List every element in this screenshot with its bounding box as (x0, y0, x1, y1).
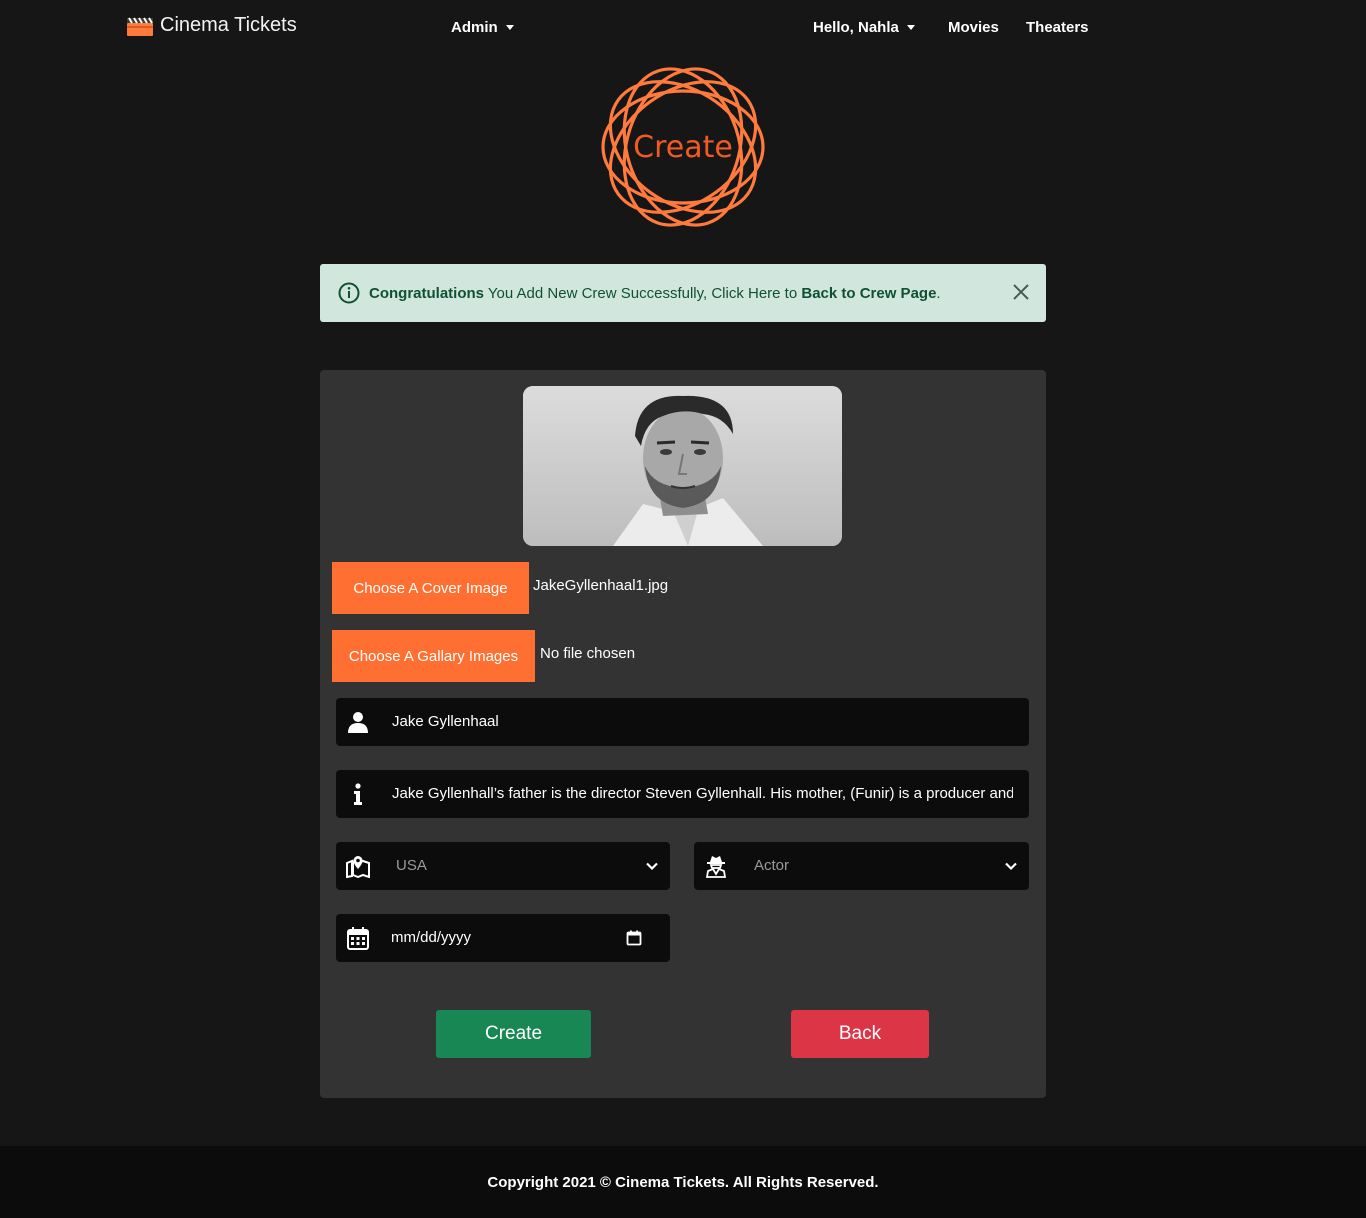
close-icon[interactable] (1011, 282, 1031, 302)
logo-text: Create (633, 129, 733, 165)
info-icon (338, 282, 360, 304)
birthdate-field[interactable]: mm/dd/yyyy (336, 914, 670, 962)
nav-theaters[interactable]: Theaters (1026, 19, 1089, 36)
choose-cover-image-button[interactable]: Choose A Cover Image (332, 562, 529, 614)
portrait-image (523, 386, 842, 546)
chevron-down-icon (1005, 862, 1017, 871)
calendar-icon (347, 927, 369, 950)
clapperboard-icon (127, 16, 153, 36)
country-select[interactable]: USA (336, 842, 670, 890)
country-value: USA (396, 857, 427, 874)
user-secret-icon (705, 856, 727, 878)
create-logo: Create (600, 64, 766, 230)
admin-label: Admin (451, 19, 498, 36)
cover-image-preview (523, 386, 842, 546)
bio-field[interactable]: Jake Gyllenhall’s father is the director… (336, 770, 1029, 818)
info-i-icon (354, 783, 362, 805)
role-value: Actor (754, 857, 790, 874)
gallery-file-name: No file chosen (540, 645, 636, 662)
crew-form-card: Choose A Cover Image JakeGyllenhaal1.jpg… (320, 370, 1046, 1098)
calendar-picker-icon[interactable] (626, 930, 642, 946)
choose-gallery-images-button[interactable]: Choose A Gallary Images (332, 630, 535, 682)
admin-dropdown[interactable]: Admin (451, 19, 514, 36)
brand-name: Cinema Tickets (160, 14, 297, 36)
caret-down-icon (906, 25, 915, 30)
brand-link[interactable]: Cinema Tickets (126, 14, 297, 37)
bio-value: Jake Gyllenhall’s father is the director… (392, 785, 1013, 802)
back-button[interactable]: Back (791, 1010, 929, 1058)
copyright-text: Copyright 2021 © Cinema Tickets. All Rig… (487, 1173, 879, 1191)
cover-file-name: JakeGyllenhaal1.jpg (533, 577, 669, 594)
name-value: Jake Gyllenhaal (392, 713, 499, 730)
user-label: Hello, Nahla (813, 19, 899, 36)
nav-movies[interactable]: Movies (948, 19, 999, 36)
user-dropdown[interactable]: Hello, Nahla (813, 19, 915, 36)
chevron-down-icon (646, 862, 658, 871)
create-button[interactable]: Create (436, 1010, 591, 1058)
map-location-icon (346, 856, 370, 878)
alert-strong: Congratulations (369, 284, 484, 302)
date-placeholder: mm/dd/yyyy (391, 929, 472, 946)
footer: Copyright 2021 © Cinema Tickets. All Rig… (0, 1146, 1366, 1218)
alert-end: . (936, 284, 941, 302)
alert-message: You Add New Crew Successfully, Click Her… (484, 284, 802, 302)
navbar: Cinema Tickets Admin Hello, Nahla Movies… (0, 0, 1366, 56)
role-select[interactable]: Actor (694, 842, 1029, 890)
alert-text: Congratulations You Add New Crew Success… (369, 285, 941, 302)
name-field[interactable]: Jake Gyllenhaal (336, 698, 1029, 746)
caret-down-icon (505, 25, 514, 30)
back-to-crew-link[interactable]: Back to Crew Page (801, 285, 936, 302)
success-alert: Congratulations You Add New Crew Success… (320, 264, 1046, 322)
user-icon (348, 712, 368, 733)
